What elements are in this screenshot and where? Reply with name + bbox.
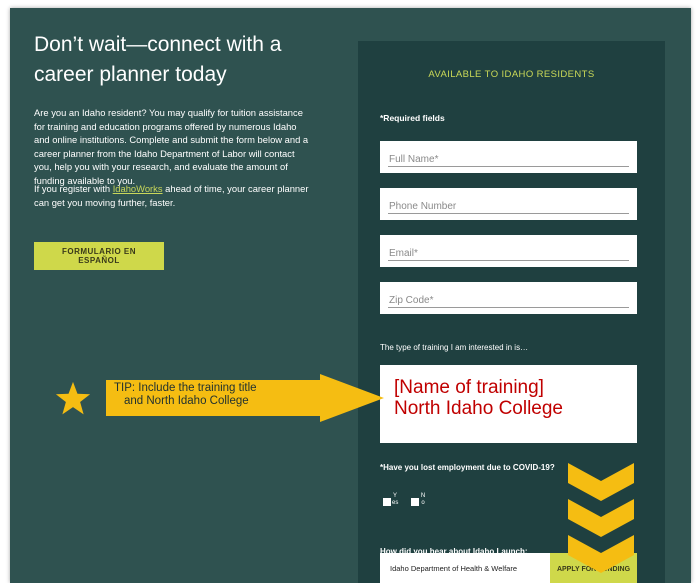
register-text-before: If you register with (34, 183, 113, 194)
tip-text: TIP: Include the training title and Nort… (114, 382, 324, 408)
page-frame: Don’t wait—connect with a career planner… (10, 8, 691, 583)
spanish-form-button[interactable]: FORMULARIO EN ESPAÑOL (34, 242, 164, 270)
idahoworks-link[interactable]: IdahoWorks (113, 183, 163, 194)
zip-input[interactable] (380, 282, 637, 314)
required-note: *Required fields (380, 113, 445, 123)
email-underline (388, 260, 629, 261)
training-label: The type of training I am interested in … (380, 343, 529, 352)
covid-question: *Have you lost employment due to COVID-1… (380, 463, 555, 472)
covid-no-checkbox[interactable]: N o (408, 493, 425, 511)
form-title: AVAILABLE TO IDAHO RESIDENTS (428, 69, 595, 80)
intro-paragraph: Are you an Idaho resident? You may quali… (34, 107, 309, 186)
star-icon (55, 381, 91, 415)
tip-line-2: and North Idaho College (124, 395, 249, 407)
training-value: [Name of training] North Idaho College (394, 377, 563, 419)
phone-underline (388, 213, 629, 214)
hear-about-select[interactable]: Idaho Department of Health & Welfare (380, 553, 550, 583)
yes-box (383, 498, 391, 506)
no-box (411, 498, 419, 506)
full-name-underline (388, 166, 629, 167)
zip-field[interactable] (380, 282, 637, 314)
phone-input[interactable] (380, 188, 637, 220)
register-paragraph: If you register with IdahoWorks ahead of… (34, 182, 309, 209)
training-input[interactable]: [Name of training] North Idaho College (380, 365, 637, 443)
email-field[interactable] (380, 235, 637, 267)
full-name-input[interactable] (380, 141, 637, 173)
page-headline: Don’t wait—connect with a career planner… (34, 33, 282, 86)
phone-field[interactable] (380, 188, 637, 220)
covid-yes-checkbox[interactable]: Y es (380, 493, 398, 511)
no-label: N o (420, 493, 426, 506)
full-name-field[interactable] (380, 141, 637, 173)
zip-underline (388, 307, 629, 308)
chevron-down-icon (568, 463, 634, 573)
yes-label: Y es (392, 493, 399, 506)
tip-line-1: TIP: Include the training title (114, 382, 257, 394)
email-input[interactable] (380, 235, 637, 267)
